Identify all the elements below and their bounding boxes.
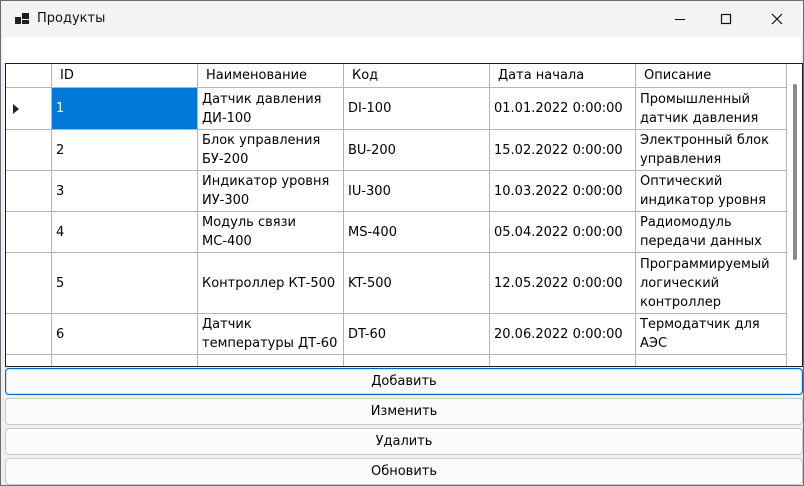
toolbar-strip	[3, 37, 801, 63]
cell-description[interactable]: Программируемый логический контроллер	[636, 253, 787, 314]
cell-description[interactable]: Термодатчик для АЭС	[636, 314, 787, 355]
cell-start-date[interactable]: 15.02.2022 0:00:00	[490, 130, 636, 171]
cell-code[interactable]: DT-60	[344, 314, 490, 355]
cell-code[interactable]	[344, 355, 490, 366]
cell-id[interactable]: 6	[52, 314, 198, 355]
cell-code[interactable]: IU-300	[344, 171, 490, 212]
title-bar: Продукты	[1, 1, 803, 37]
cell-name[interactable]: Модуль связи МС-400	[198, 212, 344, 253]
column-header-name[interactable]: Наименование	[198, 64, 344, 88]
refresh-button[interactable]: Обновить	[5, 458, 803, 485]
cell-name[interactable]: Контроллер КТ-500	[198, 253, 344, 314]
cell-name[interactable]: Блок управления БУ-200	[198, 130, 344, 171]
cell-start-date[interactable]	[490, 355, 636, 366]
column-header-description[interactable]: Описание	[636, 64, 787, 88]
row-header[interactable]	[6, 88, 52, 130]
edit-button[interactable]: Изменить	[5, 398, 803, 425]
scrollbar-thumb[interactable]	[793, 84, 797, 260]
window-title: Продукты	[37, 11, 106, 26]
products-window: Продукты Импульсный блокТермодатчик для …	[0, 0, 804, 486]
row-header-corner	[6, 64, 52, 88]
cell-id[interactable]	[52, 355, 198, 366]
row-header[interactable]	[6, 212, 52, 253]
column-header-id[interactable]: ID	[52, 64, 198, 88]
cell-start-date[interactable]: 12.05.2022 0:00:00	[490, 253, 636, 314]
cell-description[interactable]: Импульсный блок	[636, 355, 787, 366]
cell-name[interactable]: Датчик давления ДИ-100	[198, 88, 344, 130]
cell-id[interactable]: 3	[52, 171, 198, 212]
close-button[interactable]	[754, 1, 800, 37]
cell-start-date[interactable]: 20.06.2022 0:00:00	[490, 314, 636, 355]
maximize-icon	[720, 13, 732, 25]
cell-name[interactable]: Индикатор уровня ИУ-300	[198, 171, 344, 212]
minimize-button[interactable]	[657, 1, 703, 37]
close-icon	[771, 13, 783, 25]
add-button[interactable]: Добавить	[5, 368, 803, 395]
cell-description[interactable]: Оптический индикатор уровня	[636, 171, 787, 212]
cell-start-date[interactable]: 05.04.2022 0:00:00	[490, 212, 636, 253]
cell-code[interactable]: BU-200	[344, 130, 490, 171]
cell-name[interactable]	[198, 355, 344, 366]
current-row-arrow-icon	[13, 103, 19, 114]
column-header-start-date[interactable]: Дата начала	[490, 64, 636, 88]
row-header[interactable]	[6, 253, 52, 314]
products-grid[interactable]: Импульсный блокТермодатчик для АЭС20.06.…	[5, 63, 803, 367]
cell-code[interactable]: KT-500	[344, 253, 490, 314]
cell-id[interactable]: 2	[52, 130, 198, 171]
cell-id[interactable]: 5	[52, 253, 198, 314]
minimize-icon	[675, 19, 685, 20]
cell-name[interactable]: Датчик температуры ДТ-60	[198, 314, 344, 355]
delete-button[interactable]: Удалить	[5, 428, 803, 455]
cell-code[interactable]: MS-400	[344, 212, 490, 253]
app-icon	[15, 12, 29, 26]
row-header[interactable]	[6, 314, 52, 355]
cell-description[interactable]: Электронный блок управления	[636, 130, 787, 171]
maximize-button[interactable]	[703, 1, 749, 37]
cell-start-date[interactable]: 10.03.2022 0:00:00	[490, 171, 636, 212]
vertical-scrollbar[interactable]	[787, 64, 802, 366]
row-header[interactable]	[6, 355, 52, 366]
row-header[interactable]	[6, 130, 52, 171]
cell-id[interactable]: 4	[52, 212, 198, 253]
row-header[interactable]	[6, 171, 52, 212]
cell-code[interactable]: DI-100	[344, 88, 490, 130]
cell-id[interactable]: 1	[52, 88, 198, 130]
cell-description[interactable]: Промышленный датчик давления	[636, 88, 787, 130]
cell-description[interactable]: Радиомодуль передачи данных	[636, 212, 787, 253]
column-header-code[interactable]: Код	[344, 64, 490, 88]
cell-start-date[interactable]: 01.01.2022 0:00:00	[490, 88, 636, 130]
